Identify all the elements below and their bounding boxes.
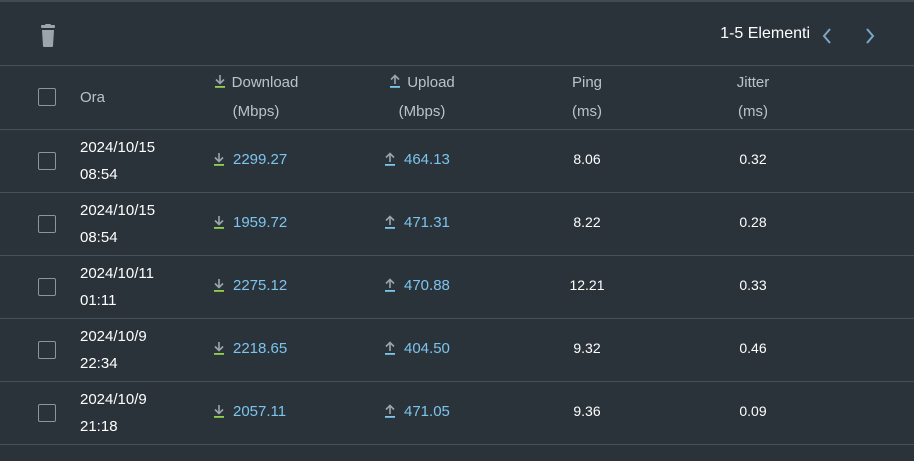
row-date-value: 2024/10/11 — [80, 265, 154, 282]
column-header-download[interactable]: Download (Mbps) — [196, 68, 316, 126]
column-header-jitter[interactable]: Jitter (ms) — [703, 68, 803, 126]
row-time: 2024/10/9 22:34 — [80, 323, 147, 377]
jitter-value: 0.09 — [739, 403, 767, 419]
table-row[interactable]: 2024/10/9 21:18 2057.11 471.05 9.36 0.09 — [0, 382, 914, 445]
table-row[interactable]: 2024/10/15 08:54 2299.27 464.13 8.06 0.3… — [0, 130, 914, 193]
upload-arrow-icon — [384, 152, 396, 166]
row-time: 2024/10/15 08:54 — [80, 134, 155, 188]
row-upload: 471.31 — [384, 214, 450, 231]
download-arrow-icon — [213, 278, 225, 292]
jitter-value: 0.46 — [739, 340, 767, 356]
column-header-ping[interactable]: Ping (ms) — [537, 68, 637, 126]
row-upload: 404.50 — [384, 340, 450, 357]
download-arrow-icon — [213, 341, 225, 355]
download-value: 2057.11 — [233, 403, 287, 420]
trash-icon[interactable] — [38, 24, 58, 48]
download-value: 2275.12 — [233, 277, 288, 294]
upload-value: 471.31 — [404, 214, 450, 231]
row-time: 2024/10/11 01:11 — [80, 260, 154, 314]
column-header-time[interactable]: Ora — [80, 83, 105, 112]
ping-value: 9.32 — [573, 340, 601, 356]
jitter-value: 0.33 — [739, 277, 767, 293]
download-arrow-icon — [214, 69, 226, 88]
table-row[interactable]: 2024/10/11 01:11 2275.12 470.88 12.21 0.… — [0, 256, 914, 319]
ping-value: 8.06 — [573, 151, 601, 167]
upload-value: 471.05 — [404, 403, 450, 420]
download-arrow-icon — [213, 152, 225, 166]
download-value: 2218.65 — [233, 340, 288, 357]
row-date-value: 2024/10/15 — [80, 139, 156, 156]
row-upload: 470.88 — [384, 277, 450, 294]
upload-arrow-icon — [384, 278, 396, 292]
download-arrow-icon — [213, 404, 225, 418]
toolbar: 1-5 Elementi — [0, 4, 914, 66]
jitter-value: 0.32 — [739, 151, 767, 167]
download-value: 1959.72 — [233, 214, 288, 231]
upload-arrow-icon — [389, 69, 401, 88]
row-checkbox[interactable] — [38, 341, 56, 359]
upload-arrow-icon — [384, 404, 396, 418]
row-download: 2218.65 — [213, 340, 287, 357]
upload-arrow-icon — [384, 341, 396, 355]
ping-value: 12.21 — [569, 277, 605, 293]
select-all-checkbox[interactable] — [38, 88, 56, 106]
upload-value: 404.50 — [404, 340, 450, 357]
table-header: Ora Download (Mbps) Upload (Mbps) Ping (… — [0, 66, 914, 130]
row-upload: 471.05 — [384, 403, 450, 420]
jitter-value: 0.28 — [739, 214, 767, 230]
row-checkbox[interactable] — [38, 152, 56, 170]
row-time-value: 22:34 — [80, 355, 118, 372]
table-row[interactable]: 2024/10/15 08:54 1959.72 471.31 8.22 0.2… — [0, 193, 914, 256]
row-download: 2057.11 — [213, 403, 286, 420]
row-checkbox[interactable] — [38, 404, 56, 422]
ping-value: 8.22 — [573, 214, 601, 230]
row-time-value: 01:11 — [80, 292, 117, 309]
table-row[interactable]: 2024/10/9 22:34 2218.65 404.50 9.32 0.46 — [0, 319, 914, 382]
ping-value: 9.36 — [573, 403, 601, 419]
download-arrow-icon — [213, 215, 225, 229]
row-date-value: 2024/10/15 — [80, 202, 156, 219]
upload-value: 464.13 — [404, 151, 450, 168]
row-time: 2024/10/15 08:54 — [80, 197, 155, 251]
row-download: 2299.27 — [213, 151, 287, 168]
upload-value: 470.88 — [404, 277, 450, 294]
chevron-right-icon[interactable] — [863, 26, 877, 46]
row-checkbox[interactable] — [38, 215, 56, 233]
chevron-left-icon[interactable] — [820, 26, 834, 46]
row-download: 1959.72 — [213, 214, 287, 231]
pagination-label: 1-5 Elementi — [720, 25, 810, 42]
row-upload: 464.13 — [384, 151, 450, 168]
download-value: 2299.27 — [233, 151, 288, 168]
row-download: 2275.12 — [213, 277, 287, 294]
row-date-value: 2024/10/9 — [80, 328, 147, 345]
row-checkbox[interactable] — [38, 278, 56, 296]
column-header-upload[interactable]: Upload (Mbps) — [362, 68, 482, 126]
row-time-value: 08:54 — [80, 229, 118, 246]
speedtest-history-panel: 1-5 Elementi Ora Download (Mbps) Upload — [0, 0, 914, 461]
row-time-value: 21:18 — [80, 418, 118, 435]
row-date-value: 2024/10/9 — [80, 391, 147, 408]
row-time-value: 08:54 — [80, 166, 118, 183]
upload-arrow-icon — [384, 215, 396, 229]
row-time: 2024/10/9 21:18 — [80, 386, 147, 440]
